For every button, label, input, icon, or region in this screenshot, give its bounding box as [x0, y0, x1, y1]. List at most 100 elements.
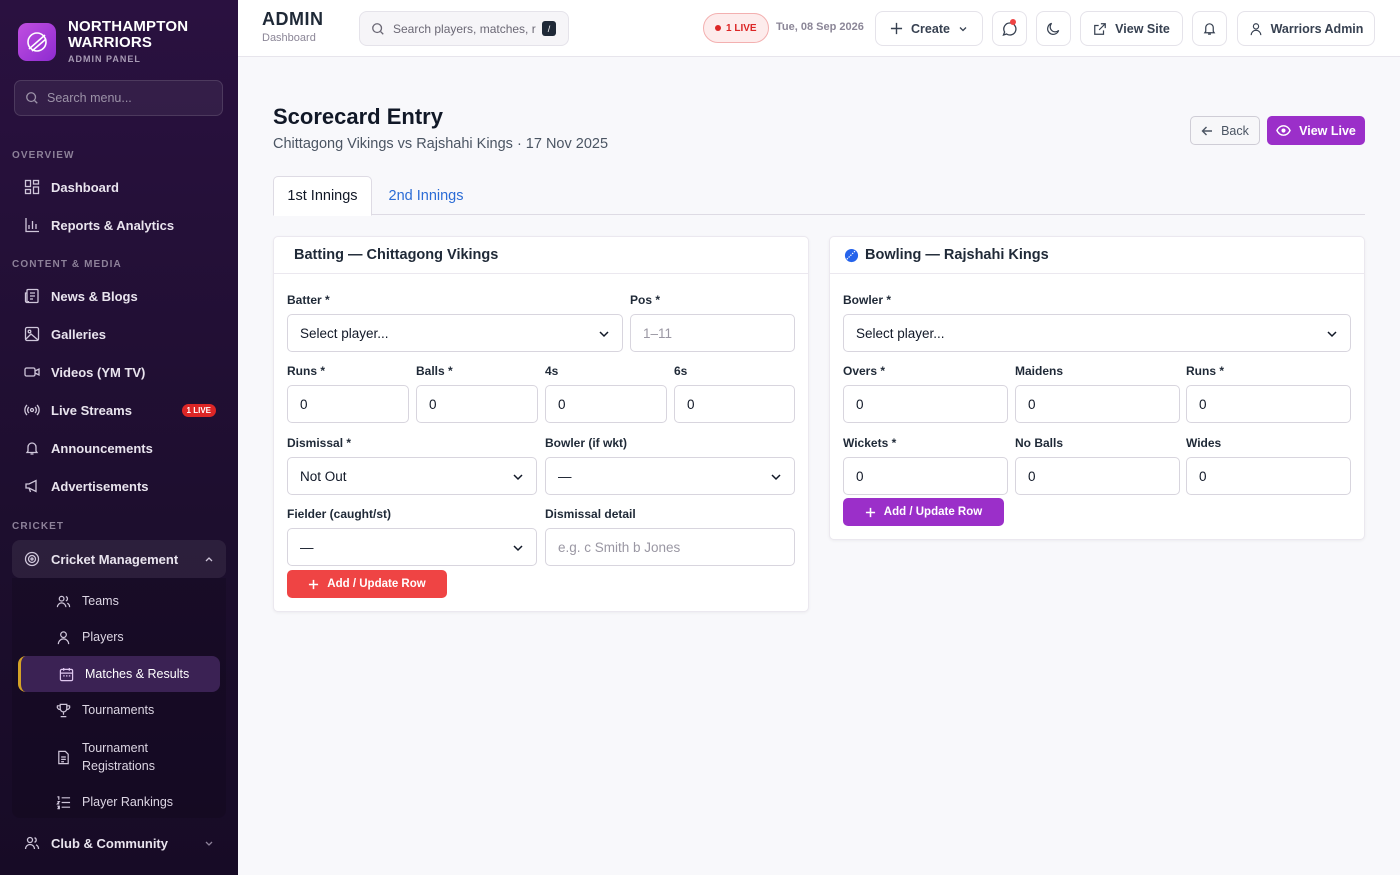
- list-ordered-icon: [56, 795, 71, 810]
- maidens-label: Maidens: [1015, 364, 1064, 378]
- maidens-input[interactable]: 0: [1015, 385, 1180, 423]
- user-menu-button[interactable]: Warriors Admin: [1237, 11, 1375, 46]
- sidebar-item-dashboard[interactable]: Dashboard: [12, 169, 226, 205]
- fielder-select[interactable]: —: [287, 528, 537, 566]
- dismissal-value: Not Out: [300, 468, 347, 484]
- current-date: Tue, 08 Sep 2026: [776, 21, 864, 33]
- chevron-down-icon: [959, 26, 967, 31]
- topbar-subtitle: Dashboard: [262, 32, 316, 44]
- plus-icon: [865, 507, 875, 517]
- plus-icon: [309, 579, 319, 589]
- wickets-input[interactable]: 0: [843, 457, 1008, 495]
- plus-icon: [890, 22, 903, 35]
- bowler-select[interactable]: Select player...: [843, 314, 1351, 352]
- sidebar-item-label: Tournaments: [82, 703, 155, 717]
- section-overview: OVERVIEW: [12, 150, 75, 161]
- trophy-icon: [56, 703, 71, 718]
- pos-input[interactable]: 1–11: [630, 314, 795, 352]
- eye-icon: [1276, 125, 1291, 136]
- sidebar-item-label: Matches & Results: [85, 667, 190, 681]
- bell-icon: [1203, 23, 1216, 35]
- sidebar-item-reports[interactable]: Reports & Analytics: [12, 207, 226, 243]
- match-subtitle: Chittagong Vikings vs Rajshahi Kings · 1…: [273, 136, 609, 152]
- create-button[interactable]: Create: [875, 11, 983, 46]
- dismissal-select[interactable]: Not Out: [287, 457, 537, 495]
- global-search-input[interactable]: Search players, matches, r /: [359, 11, 569, 46]
- pos-label: Pos *: [630, 293, 661, 307]
- runs-input[interactable]: 0: [287, 385, 409, 423]
- sidebar-item-tournaments[interactable]: Tournaments: [18, 692, 220, 728]
- wides-label: Wides: [1186, 436, 1222, 450]
- view-live-label: View Live: [1299, 123, 1356, 138]
- sidebar-item-player-rankings[interactable]: Player Rankings: [18, 784, 220, 820]
- bowler-if-wkt-value: —: [558, 468, 572, 484]
- video-icon: [23, 364, 40, 381]
- live-indicator[interactable]: 1 LIVE: [703, 13, 769, 43]
- brand[interactable]: NORTHAMPTON WARRIORS ADMIN PANEL: [0, 0, 238, 66]
- arrow-left-icon: [1201, 126, 1213, 135]
- view-live-button[interactable]: View Live: [1267, 116, 1365, 145]
- fours-label: 4s: [545, 364, 559, 378]
- create-button-label: Create: [911, 21, 950, 36]
- sidebar-item-announcements[interactable]: Announcements: [12, 430, 226, 466]
- bowling-runs-input[interactable]: 0: [1186, 385, 1351, 423]
- sidebar-item-videos[interactable]: Videos (YM TV): [12, 354, 226, 390]
- tab-1st-innings[interactable]: 1st Innings: [273, 176, 372, 216]
- sidebar: NORTHAMPTON WARRIORS ADMIN PANEL Search …: [0, 0, 238, 875]
- sixes-input[interactable]: 0: [674, 385, 795, 423]
- sidebar-item-players[interactable]: Players: [18, 619, 220, 655]
- view-site-button[interactable]: View Site: [1080, 11, 1183, 46]
- sidebar-item-teams[interactable]: Teams: [18, 583, 220, 619]
- sidebar-item-label: Player Rankings: [82, 795, 174, 809]
- sidebar-item-label: Live Streams: [51, 402, 132, 418]
- user-icon: [1250, 22, 1261, 35]
- chevron-down-icon: [599, 331, 609, 338]
- sidebar-search-input[interactable]: Search menu...: [14, 80, 223, 116]
- chevron-down-icon: [513, 474, 523, 481]
- batting-add-update-button[interactable]: Add / Update Row: [287, 570, 447, 598]
- sidebar-item-cricket-management[interactable]: Cricket Management: [12, 540, 226, 578]
- wides-input[interactable]: 0: [1186, 457, 1351, 495]
- balls-input[interactable]: 0: [416, 385, 538, 423]
- calendar-icon: [59, 667, 74, 682]
- sidebar-item-advertisements[interactable]: Advertisements: [12, 468, 226, 504]
- bowler-if-wkt-select[interactable]: —: [545, 457, 795, 495]
- image-icon: [23, 326, 40, 343]
- topbar-title-block: ADMIN Dashboard: [262, 9, 324, 44]
- sidebar-item-club-community[interactable]: Club & Community: [12, 825, 226, 861]
- search-icon: [26, 92, 38, 104]
- fours-input[interactable]: 0: [545, 385, 667, 423]
- sidebar-item-live-streams[interactable]: Live Streams 1 LIVE: [12, 392, 226, 428]
- runs-label: Runs *: [287, 364, 326, 378]
- fielder-value: —: [300, 539, 314, 555]
- chevron-down-icon: [513, 545, 523, 552]
- back-button[interactable]: Back: [1190, 116, 1260, 145]
- theme-toggle-button[interactable]: [1036, 11, 1071, 46]
- sidebar-item-news[interactable]: News & Blogs: [12, 278, 226, 314]
- chevron-down-icon: [205, 841, 213, 846]
- bowling-runs-value: 0: [1199, 396, 1207, 412]
- tab-2nd-innings[interactable]: 2nd Innings: [373, 176, 479, 215]
- innings-tabs: 1st Innings 2nd Innings: [273, 176, 1365, 216]
- topbar: ADMIN Dashboard Search players, matches,…: [238, 0, 1400, 57]
- sidebar-search-placeholder: Search menu...: [47, 91, 132, 105]
- sidebar-item-label: Dashboard: [51, 179, 119, 195]
- no-balls-input[interactable]: 0: [1015, 457, 1180, 495]
- fielder-label: Fielder (caught/st): [287, 507, 392, 521]
- overs-label: Overs *: [843, 364, 886, 378]
- sidebar-item-matches-results[interactable]: Matches & Results: [18, 656, 220, 692]
- notifications-button[interactable]: [1192, 11, 1227, 46]
- messages-button[interactable]: [992, 11, 1027, 46]
- sidebar-item-tournament-registrations[interactable]: Tournament Registrations: [18, 738, 220, 776]
- overs-input[interactable]: 0: [843, 385, 1008, 423]
- section-cricket: CRICKET: [12, 521, 65, 532]
- batter-select[interactable]: Select player...: [287, 314, 623, 352]
- sidebar-item-label: Announcements: [51, 440, 153, 456]
- dashboard-icon: [23, 179, 40, 196]
- bowling-add-update-button[interactable]: Add / Update Row: [843, 498, 1004, 526]
- dismissal-detail-input[interactable]: e.g. c Smith b Jones: [545, 528, 795, 566]
- dismissal-detail-label: Dismissal detail: [545, 507, 636, 521]
- sidebar-item-galleries[interactable]: Galleries: [12, 316, 226, 352]
- batting-card-title: Batting — Chittagong Vikings: [274, 237, 808, 274]
- back-button-label: Back: [1221, 123, 1249, 138]
